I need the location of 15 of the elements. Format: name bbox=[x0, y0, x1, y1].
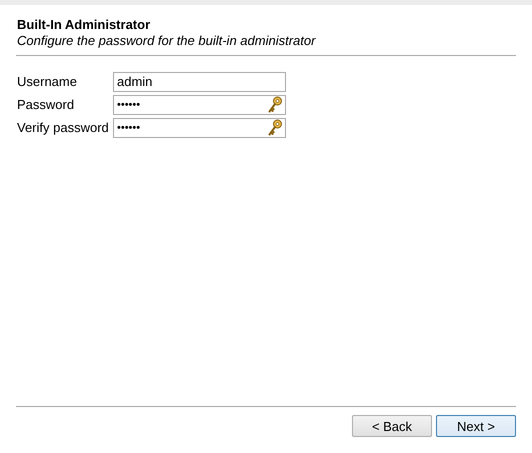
field-label: Username bbox=[17, 73, 78, 91]
password-field[interactable]: •••••• bbox=[113, 95, 286, 115]
wizard-button[interactable]: < Back bbox=[352, 415, 432, 437]
page-title: Built-In Administrator bbox=[17, 17, 152, 33]
password-field[interactable]: •••••• bbox=[113, 118, 286, 138]
field-label: Verify password bbox=[17, 119, 110, 137]
key-icon bbox=[267, 96, 283, 114]
page-subtitle: Configure the password for the built-in administrator bbox=[17, 33, 317, 49]
field-value: •••••• bbox=[116, 98, 142, 113]
field-label: Password bbox=[17, 96, 76, 114]
key-icon bbox=[267, 119, 283, 137]
wizard-button[interactable]: Next > bbox=[436, 415, 516, 437]
input-field[interactable]: admin bbox=[113, 72, 286, 92]
field-value: admin bbox=[116, 73, 154, 91]
field-value: •••••• bbox=[116, 121, 142, 136]
